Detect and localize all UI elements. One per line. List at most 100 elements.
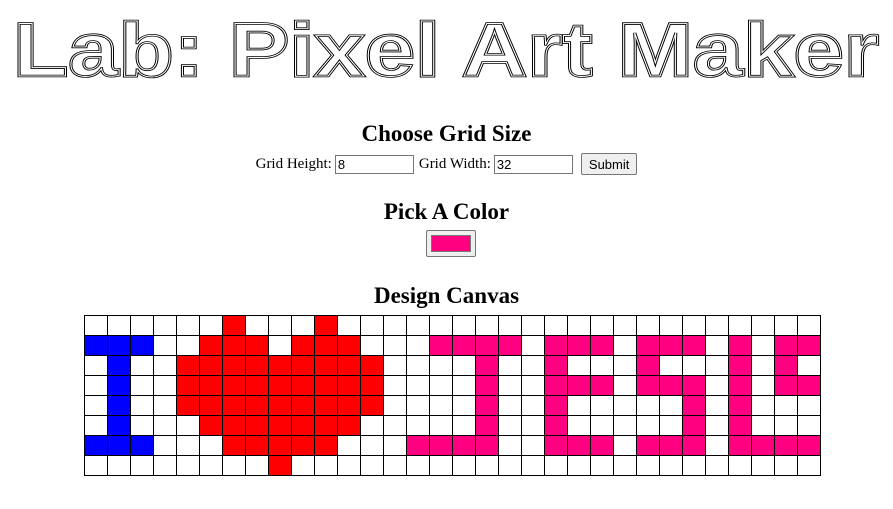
canvas-cell[interactable] [682,455,706,476]
canvas-cell[interactable] [544,435,568,456]
canvas-cell[interactable] [153,335,177,356]
canvas-cell[interactable] [360,315,384,336]
canvas-cell[interactable] [682,335,706,356]
canvas-cell[interactable] [567,335,591,356]
pixel-canvas[interactable] [84,315,821,476]
canvas-cell[interactable] [383,335,407,356]
canvas-cell[interactable] [659,335,683,356]
canvas-cell[interactable] [153,455,177,476]
canvas-cell[interactable] [705,335,729,356]
canvas-cell[interactable] [199,435,223,456]
canvas-cell[interactable] [222,335,246,356]
canvas-cell[interactable] [130,335,154,356]
canvas-cell[interactable] [659,375,683,396]
canvas-cell[interactable] [797,395,821,416]
canvas-cell[interactable] [705,315,729,336]
canvas-cell[interactable] [153,375,177,396]
canvas-cell[interactable] [590,355,614,376]
canvas-cell[interactable] [245,435,269,456]
canvas-cell[interactable] [613,315,637,336]
canvas-cell[interactable] [498,435,522,456]
canvas-cell[interactable] [613,455,637,476]
canvas-cell[interactable] [360,395,384,416]
canvas-cell[interactable] [199,335,223,356]
canvas-cell[interactable] [636,415,660,436]
canvas-cell[interactable] [567,315,591,336]
canvas-cell[interactable] [176,455,200,476]
canvas-cell[interactable] [245,395,269,416]
canvas-cell[interactable] [84,315,108,336]
canvas-cell[interactable] [475,395,499,416]
canvas-cell[interactable] [705,435,729,456]
canvas-cell[interactable] [797,355,821,376]
canvas-cell[interactable] [452,355,476,376]
canvas-cell[interactable] [176,415,200,436]
canvas-cell[interactable] [268,435,292,456]
canvas-cell[interactable] [774,455,798,476]
canvas-cell[interactable] [774,395,798,416]
canvas-cell[interactable] [774,375,798,396]
canvas-cell[interactable] [176,435,200,456]
canvas-cell[interactable] [314,335,338,356]
canvas-cell[interactable] [659,315,683,336]
canvas-cell[interactable] [682,415,706,436]
canvas-cell[interactable] [567,375,591,396]
canvas-cell[interactable] [521,435,545,456]
canvas-cell[interactable] [199,415,223,436]
canvas-cell[interactable] [452,395,476,416]
canvas-cell[interactable] [130,375,154,396]
canvas-cell[interactable] [406,355,430,376]
canvas-cell[interactable] [498,335,522,356]
canvas-cell[interactable] [521,415,545,436]
canvas-cell[interactable] [314,395,338,416]
canvas-cell[interactable] [314,355,338,376]
canvas-cell[interactable] [475,455,499,476]
canvas-cell[interactable] [291,395,315,416]
canvas-cell[interactable] [682,435,706,456]
canvas-cell[interactable] [613,395,637,416]
canvas-cell[interactable] [429,415,453,436]
canvas-cell[interactable] [84,415,108,436]
canvas-cell[interactable] [682,355,706,376]
canvas-cell[interactable] [176,335,200,356]
canvas-cell[interactable] [130,435,154,456]
canvas-cell[interactable] [590,335,614,356]
canvas-cell[interactable] [613,355,637,376]
canvas-cell[interactable] [682,395,706,416]
canvas-cell[interactable] [636,395,660,416]
canvas-cell[interactable] [774,315,798,336]
canvas-cell[interactable] [544,455,568,476]
canvas-cell[interactable] [498,455,522,476]
canvas-cell[interactable] [268,395,292,416]
canvas-cell[interactable] [567,415,591,436]
canvas-cell[interactable] [153,415,177,436]
canvas-cell[interactable] [153,435,177,456]
canvas-cell[interactable] [383,375,407,396]
canvas-cell[interactable] [130,415,154,436]
canvas-cell[interactable] [544,395,568,416]
canvas-cell[interactable] [268,335,292,356]
canvas-cell[interactable] [222,375,246,396]
canvas-cell[interactable] [521,315,545,336]
canvas-cell[interactable] [429,335,453,356]
canvas-cell[interactable] [659,395,683,416]
canvas-cell[interactable] [245,335,269,356]
canvas-cell[interactable] [567,395,591,416]
canvas-cell[interactable] [498,375,522,396]
canvas-cell[interactable] [521,455,545,476]
canvas-cell[interactable] [130,315,154,336]
canvas-cell[interactable] [590,395,614,416]
canvas-cell[interactable] [728,315,752,336]
canvas-cell[interactable] [360,435,384,456]
canvas-cell[interactable] [406,375,430,396]
canvas-cell[interactable] [682,315,706,336]
canvas-cell[interactable] [176,375,200,396]
canvas-cell[interactable] [544,315,568,336]
canvas-cell[interactable] [429,315,453,336]
canvas-cell[interactable] [567,435,591,456]
canvas-cell[interactable] [199,395,223,416]
canvas-cell[interactable] [613,335,637,356]
canvas-cell[interactable] [590,455,614,476]
canvas-cell[interactable] [199,315,223,336]
color-picker[interactable] [426,230,476,257]
